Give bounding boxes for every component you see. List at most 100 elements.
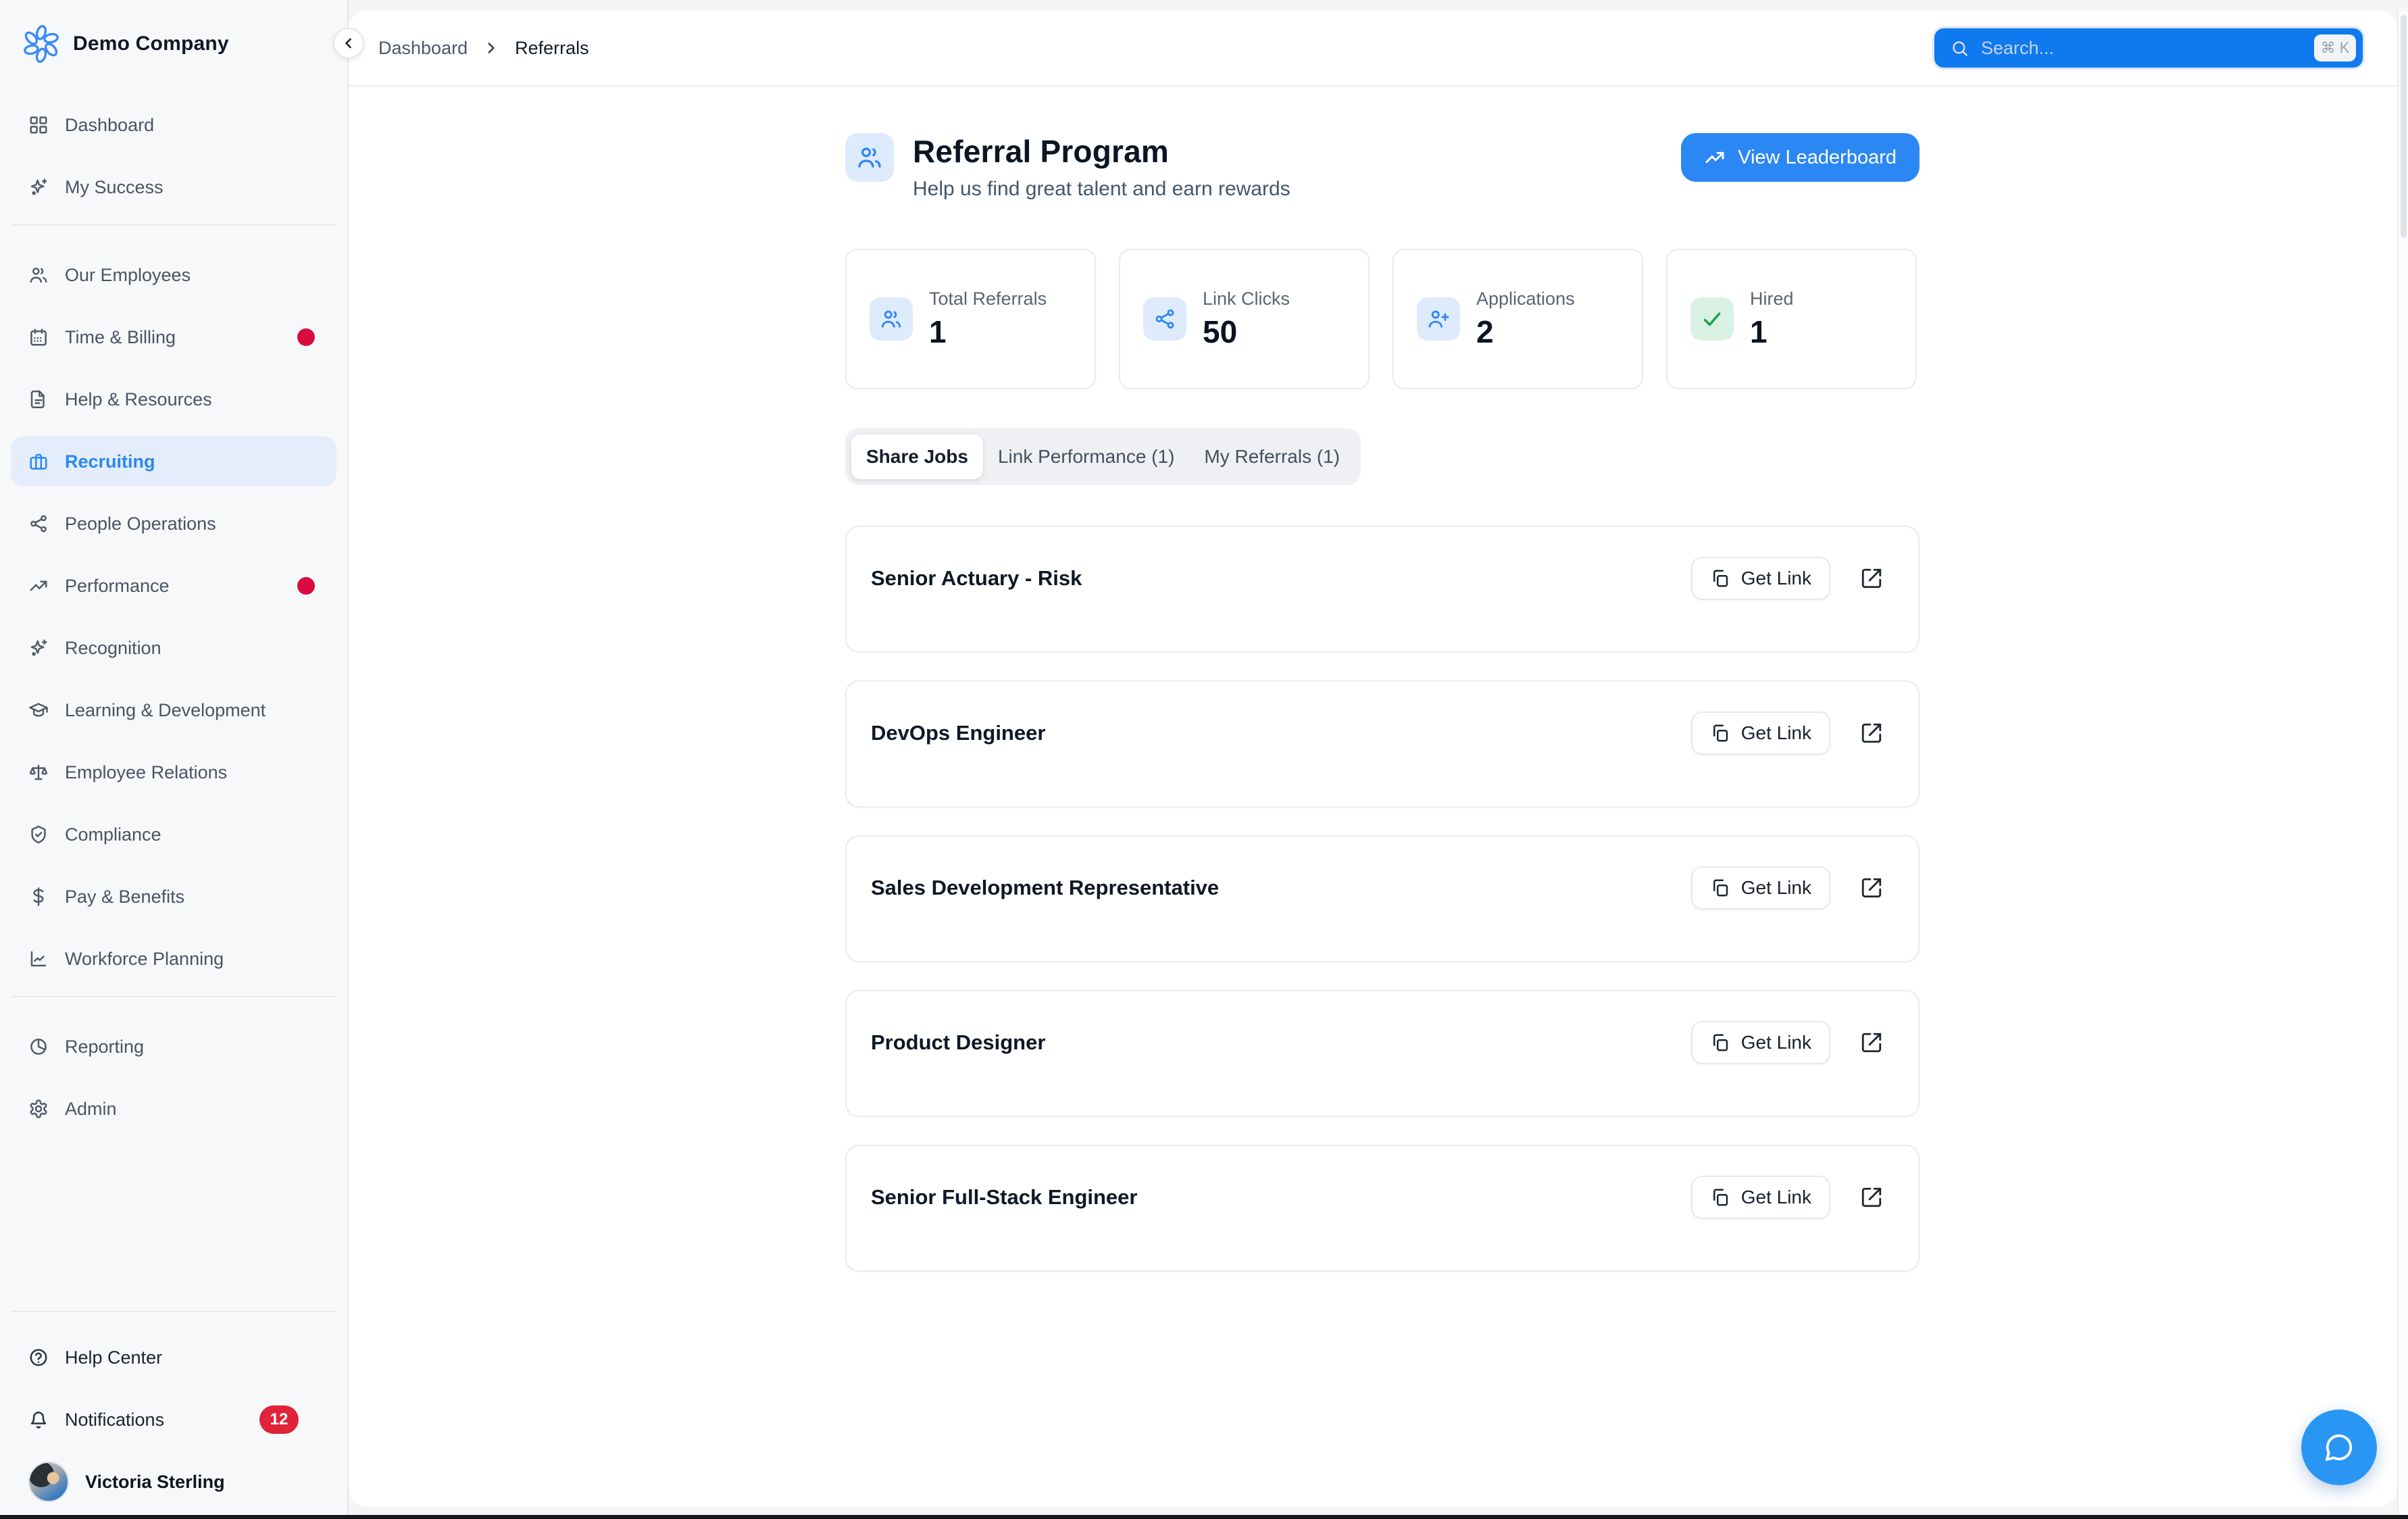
notifications-count-badge: 12 [259,1405,299,1434]
sidebar-item-admin[interactable]: Admin [11,1084,336,1134]
share-icon [1153,307,1176,330]
sidebar-item-pay-benefits[interactable]: Pay & Benefits [11,872,336,922]
sidebar-item-time-billing[interactable]: Time & Billing [11,312,336,362]
sidebar-item-reporting[interactable]: Reporting [11,1022,336,1072]
breadcrumb-dashboard-link[interactable]: Dashboard [378,38,468,59]
job-card: Product Designer Get Link [845,990,1920,1117]
open-job-button[interactable] [1860,566,1884,591]
chat-launcher-button[interactable] [2301,1410,2377,1485]
sidebar-item-label: Compliance [65,824,161,845]
job-title: DevOps Engineer [871,712,1045,755]
scrollbar-track[interactable] [2397,11,2408,1515]
sidebar-item-recognition[interactable]: Recognition [11,623,336,673]
user-name: Victoria Sterling [85,1472,225,1493]
stat-icon-tile [1417,297,1460,341]
search-shortcut-badge: ⌘ K [2314,34,2356,61]
help-circle-icon [28,1347,49,1368]
sidebar-item-workforce-planning[interactable]: Workforce Planning [11,934,336,984]
briefcase-icon [28,451,49,472]
get-link-label: Get Link [1741,1187,1811,1208]
get-link-button[interactable]: Get Link [1691,557,1830,600]
sidebar-item-label: Notifications [65,1410,164,1430]
sidebar-item-employee-relations[interactable]: Employee Relations [11,747,336,797]
users-icon [28,265,49,285]
get-link-label: Get Link [1741,877,1811,899]
stat-text: Link Clicks 50 [1203,289,1290,350]
open-job-button[interactable] [1860,876,1884,900]
stat-icon-tile [1143,297,1186,341]
sidebar-item-label: Help Center [65,1347,162,1368]
sidebar-item-recruiting[interactable]: Recruiting [11,437,336,487]
sidebar-item-profile[interactable]: Victoria Sterling [11,1457,336,1507]
users-icon [856,144,883,171]
sidebar-item-help-resources[interactable]: Help & Resources [11,374,336,424]
sidebar-item-dashboard[interactable]: Dashboard [11,100,336,150]
open-job-button[interactable] [1860,1030,1884,1055]
check-icon [1701,307,1724,330]
tab-link-performance[interactable]: Link Performance (1) [983,434,1189,479]
breadcrumb: Dashboard Referrals [378,38,589,59]
share-nodes-icon [28,514,49,534]
stat-icon-tile [870,297,913,341]
main-panel: Dashboard Referrals Search... ⌘ K Referr… [349,11,2397,1506]
copy-icon [1710,878,1730,898]
sidebar-item-our-employees[interactable]: Our Employees [11,250,336,300]
sparkles-icon [28,638,49,658]
sidebar-collapse-button[interactable] [333,28,364,59]
stat-label: Hired [1750,289,1794,309]
search-placeholder: Search... [1981,38,2314,59]
sidebar-item-notifications[interactable]: Notifications 12 [11,1395,336,1445]
sidebar-footer: Help Center Notifications 12 Victoria St… [0,1299,347,1519]
stat-card-total-referrals: Total Referrals 1 [845,249,1096,389]
sidebar-item-help-center[interactable]: Help Center [11,1333,336,1383]
sidebar-item-performance[interactable]: Performance [11,561,336,611]
trending-up-icon [1704,147,1726,168]
sidebar-divider [11,996,336,997]
tab-my-referrals[interactable]: My Referrals (1) [1189,434,1355,479]
stat-text: Applications 2 [1476,289,1575,350]
search-icon [1951,39,1969,57]
sidebar-item-label: Employee Relations [65,762,227,783]
user-plus-icon [1427,307,1450,330]
sidebar-item-my-success[interactable]: My Success [11,162,336,212]
sparkles-icon [28,177,49,197]
stat-label: Link Clicks [1203,289,1290,309]
referral-tabs: Share Jobs Link Performance (1) My Refer… [845,428,1361,485]
window-bottom-edge [0,1515,2408,1519]
calendar-icon [28,327,49,347]
sidebar-item-learning-development[interactable]: Learning & Development [11,685,336,735]
sidebar-item-people-operations[interactable]: People Operations [11,499,336,549]
stat-label: Applications [1476,289,1575,309]
copy-icon [1710,1032,1730,1053]
get-link-button[interactable]: Get Link [1691,1176,1830,1219]
chart-line-icon [28,949,49,969]
copy-icon [1710,723,1730,743]
view-leaderboard-button[interactable]: View Leaderboard [1681,133,1920,182]
sidebar-item-label: Recruiting [65,451,155,472]
get-link-button[interactable]: Get Link [1691,1021,1830,1064]
page-title: Referral Program [913,133,1290,170]
referral-program-content: Referral Program Help us find great tale… [845,133,1920,1299]
file-text-icon [28,389,49,409]
get-link-button[interactable]: Get Link [1691,866,1830,910]
job-title: Product Designer [871,1021,1045,1064]
get-link-button[interactable]: Get Link [1691,712,1830,755]
job-actions: Get Link [1691,712,1884,755]
job-card: Sales Development Representative Get Lin… [845,835,1920,962]
scrollbar-thumb[interactable] [2401,15,2407,238]
trending-up-icon [28,576,49,596]
job-card: Senior Actuary - Risk Get Link [845,526,1920,653]
job-title: Sales Development Representative [871,866,1219,910]
stat-text: Total Referrals 1 [929,289,1047,350]
open-job-button[interactable] [1860,721,1884,745]
referral-program-tile [845,133,894,182]
search-input[interactable]: Search... ⌘ K [1934,28,2363,68]
open-job-button[interactable] [1860,1185,1884,1210]
job-card: DevOps Engineer Get Link [845,680,1920,807]
tab-share-jobs[interactable]: Share Jobs [851,434,983,479]
get-link-label: Get Link [1741,1032,1811,1053]
job-actions: Get Link [1691,557,1884,600]
external-link-icon [1860,722,1883,745]
chevron-right-icon [482,39,500,57]
sidebar-item-compliance[interactable]: Compliance [11,810,336,860]
